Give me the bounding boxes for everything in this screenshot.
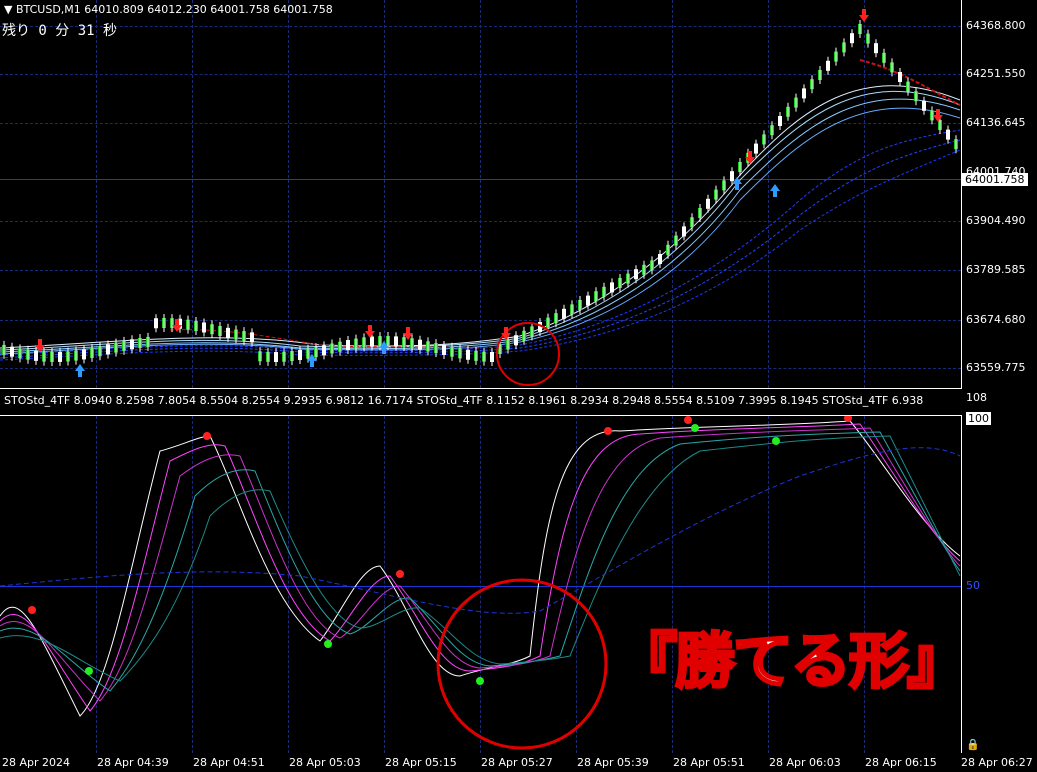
lock-icon[interactable]: 🔒: [966, 738, 980, 751]
symbol-info: BTCUSD,M1 64010.809 64012.230 64001.758 …: [16, 3, 333, 16]
time-axis-label: 28 Apr 05:15: [385, 756, 457, 769]
price-axis-label: 64251.550: [966, 67, 1026, 80]
time-axis-label: 28 Apr 2024: [2, 756, 71, 769]
time-axis-label: 28 Apr 05:03: [289, 756, 361, 769]
time-axis-label: 28 Apr 06:03: [769, 756, 841, 769]
indicator-pane[interactable]: [0, 415, 962, 753]
overlay-caption: 『勝てる形』: [616, 626, 969, 699]
price-series-svg: [0, 9, 961, 386]
price-axis-label: 63904.490: [966, 214, 1026, 227]
stochastic-lines-svg: [0, 416, 961, 750]
price-axis-label: 64136.645: [966, 116, 1026, 129]
price-axis-label: 63559.775: [966, 361, 1026, 374]
remaining-time-label: 残り 0 分 31 秒: [2, 23, 118, 39]
time-axis-label: 28 Apr 05:27: [481, 756, 553, 769]
price-chart-pane[interactable]: ▼ BTCUSD,M1 64010.809 64012.230 64001.75…: [0, 0, 962, 389]
current-price-tag: 64001.758: [962, 173, 1028, 186]
time-axis-label: 28 Apr 05:51: [673, 756, 745, 769]
time-axis-label: 28 Apr 05:39: [577, 756, 649, 769]
time-axis-label: 28 Apr 04:39: [97, 756, 169, 769]
price-axis-label: 63674.680: [966, 313, 1026, 326]
price-axis-label: 64368.800: [966, 19, 1026, 32]
price-axis-label: 63789.585: [966, 263, 1026, 276]
indicator-axis-top: 108: [966, 391, 987, 404]
indicator-axis-mid: 50: [966, 579, 980, 592]
time-axis-label: 28 Apr 04:51: [193, 756, 265, 769]
indicator-axis-max: 100: [966, 412, 991, 425]
time-axis-label: 28 Apr 06:27: [961, 756, 1033, 769]
indicator-info: STOStd_4TF 8.0940 8.2598 7.8054 8.5504 8…: [4, 394, 924, 407]
time-axis-label: 28 Apr 06:15: [865, 756, 937, 769]
chart-title-arrow-icon[interactable]: ▼: [4, 3, 12, 16]
